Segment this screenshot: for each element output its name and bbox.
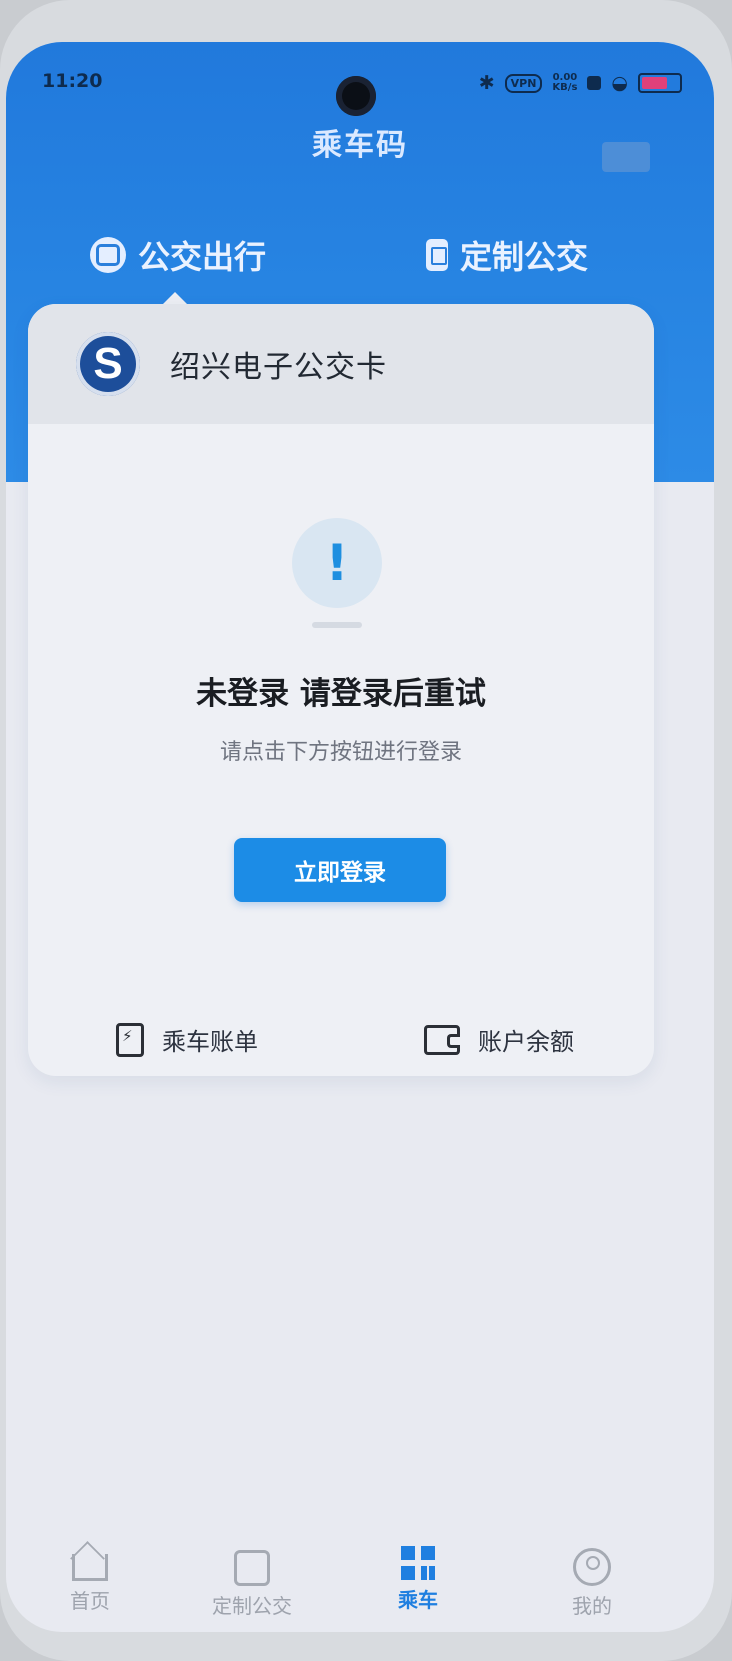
account-balance-label: 账户余额 — [478, 1028, 574, 1056]
shaoxing-bus-logo: S — [76, 332, 140, 396]
account-balance-button[interactable]: 账户余额 — [424, 1022, 574, 1057]
tab-custom-bus-label: 定制公交 — [460, 238, 589, 276]
bus-icon — [90, 237, 126, 273]
wifi-icon: ◒ — [611, 72, 628, 94]
tab-home-label: 首页 — [70, 1589, 110, 1613]
header-side-button[interactable] — [602, 142, 650, 172]
qr-code-icon — [401, 1546, 435, 1580]
tab-custom-bus-nav[interactable]: 定制公交 — [192, 1546, 312, 1619]
bluetooth-icon: ✱ — [478, 72, 495, 94]
tab-ride[interactable]: 乘车 — [358, 1546, 478, 1613]
logo-letter: S — [93, 339, 123, 388]
tab-custom-bus-nav-label: 定制公交 — [212, 1594, 292, 1618]
status-time: 11:20 — [42, 70, 103, 92]
tab-custom-bus[interactable]: 定制公交 — [426, 232, 588, 278]
notification-icon — [587, 76, 602, 90]
custom-bus-icon — [426, 239, 448, 271]
bus-icon — [234, 1550, 270, 1586]
home-icon — [72, 1554, 108, 1581]
user-icon — [573, 1548, 611, 1586]
wallet-icon — [424, 1024, 460, 1055]
alert-icon-shadow — [312, 622, 362, 628]
ride-bill-button[interactable]: 乘车账单 — [116, 1022, 258, 1057]
card-header: S 绍兴电子公交卡 — [28, 304, 654, 424]
not-logged-in-title: 未登录 请登录后重试 — [196, 676, 486, 712]
login-hint: 请点击下方按钮进行登录 — [219, 740, 462, 765]
bill-icon — [116, 1022, 144, 1057]
quick-actions: 乘车账单 账户余额 — [28, 1022, 654, 1072]
tab-ride-label: 乘车 — [398, 1588, 438, 1612]
tab-mine[interactable]: 我的 — [532, 1546, 652, 1619]
network-speed: 0.00 KB/s — [552, 73, 577, 93]
status-icons: ✱ VPN 0.00 KB/s ◒ — [479, 72, 682, 94]
battery-icon — [638, 73, 682, 93]
battery-level — [642, 77, 667, 89]
status-bar: 11:20 ✱ VPN 0.00 KB/s ◒ — [6, 64, 714, 116]
app-screen: 11:20 ✱ VPN 0.00 KB/s ◒ 乘车码 公交出行 定制公交 S … — [6, 42, 714, 1632]
tab-bus-travel[interactable]: 公交出行 — [90, 232, 266, 278]
alert-icon: ! — [292, 518, 382, 608]
tab-bus-travel-label: 公交出行 — [138, 238, 267, 276]
vpn-indicator: VPN — [504, 73, 543, 93]
service-tabs: 公交出行 定制公交 — [6, 232, 714, 292]
tab-mine-label: 我的 — [572, 1594, 612, 1618]
login-button[interactable]: 立即登录 — [234, 838, 446, 902]
tab-home[interactable]: 首页 — [30, 1546, 150, 1614]
bus-card-panel: S 绍兴电子公交卡 ! 未登录 请登录后重试 请点击下方按钮进行登录 立即登录 … — [28, 304, 654, 1076]
bottom-tab-bar: 首页 定制公交 乘车 我的 — [6, 1522, 714, 1632]
front-camera — [336, 76, 376, 116]
phone-frame: 11:20 ✱ VPN 0.00 KB/s ◒ 乘车码 公交出行 定制公交 S … — [0, 0, 732, 1661]
net-speed-unit: KB/s — [552, 82, 578, 93]
card-title: 绍兴电子公交卡 — [170, 350, 387, 385]
ride-bill-label: 乘车账单 — [162, 1028, 258, 1056]
